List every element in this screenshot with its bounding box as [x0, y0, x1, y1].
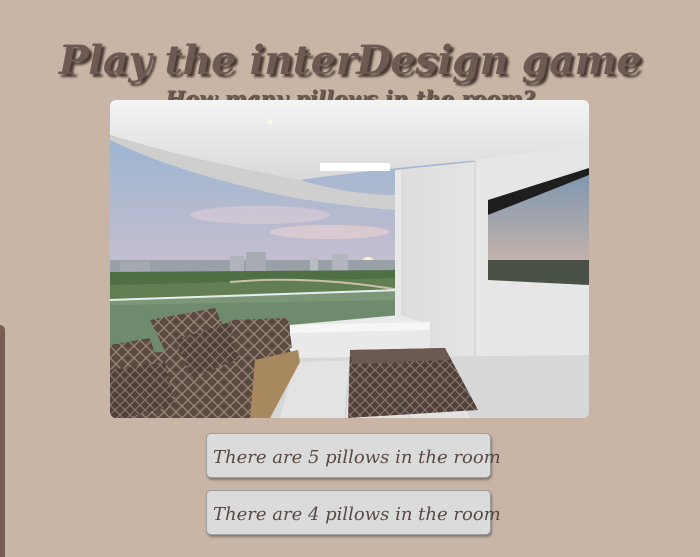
- room-photo: [110, 100, 589, 418]
- answer-button-5-pillows[interactable]: There are 5 pillows in the room: [206, 433, 501, 478]
- side-panel-tab[interactable]: [0, 325, 5, 557]
- answer-button-4-pillows[interactable]: There are 4 pillows in the room: [206, 490, 501, 535]
- page-title: Play the interDesign game: [58, 36, 642, 84]
